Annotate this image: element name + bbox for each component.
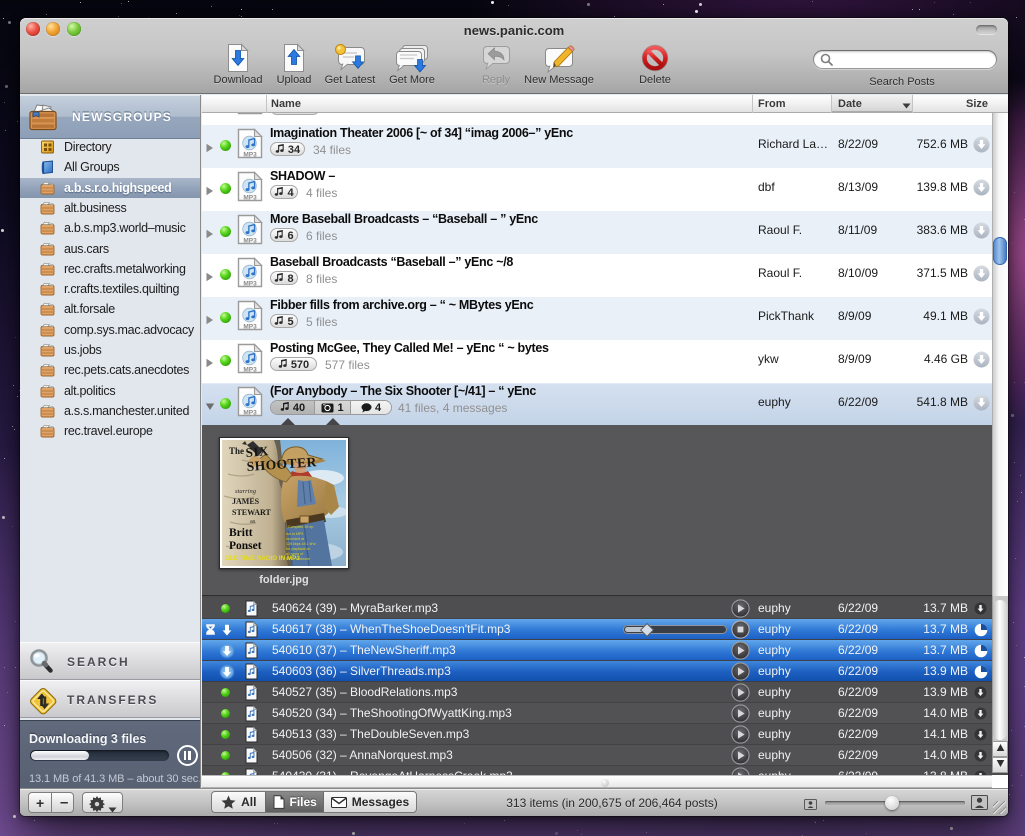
svg-text:JAMES: JAMES [232, 497, 260, 506]
svg-text:Ponset: Ponset [229, 540, 262, 552]
svg-text:MP3: MP3 [243, 238, 257, 245]
svg-text:MP3: MP3 [243, 324, 257, 331]
svg-text:128 kbps 44.1 kHz: 128 kbps 44.1 kHz [286, 542, 316, 546]
svg-text:MP3: MP3 [243, 152, 257, 159]
svg-text:as: as [250, 518, 256, 525]
svg-text:all types of: all types of [286, 552, 303, 556]
svg-text:MP3 Hardware: MP3 Hardware [286, 557, 310, 561]
svg-text:STEWART: STEWART [232, 508, 272, 517]
svg-text:MP3: MP3 [243, 410, 257, 417]
svg-text:MP3: MP3 [243, 195, 257, 202]
svg-text:MP3: MP3 [243, 113, 257, 115]
svg-text:Complete 39 ep: Complete 39 ep [288, 525, 313, 529]
svg-text:run in MP3: run in MP3 [286, 532, 303, 536]
svg-text:Britt: Britt [229, 527, 253, 539]
svg-text:The: The [229, 446, 244, 456]
svg-text:MP3: MP3 [243, 281, 257, 288]
svg-text:starring: starring [235, 488, 257, 495]
svg-text:recorded at: recorded at [286, 537, 304, 541]
svg-text:for playback on: for playback on [286, 547, 310, 551]
svg-text:MP3: MP3 [243, 367, 257, 374]
